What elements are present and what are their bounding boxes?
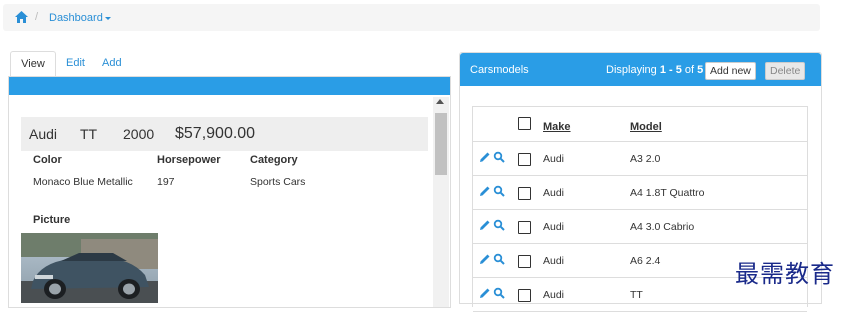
record-model: TT (80, 126, 98, 142)
search-icon[interactable] (493, 219, 505, 231)
row-checkbox[interactable] (518, 153, 531, 166)
column-make[interactable]: Make (543, 121, 571, 133)
search-icon[interactable] (493, 151, 505, 163)
row-checkbox[interactable] (518, 289, 531, 302)
row-checkbox[interactable] (518, 221, 531, 234)
display-count: Displaying 1 - 5 of 5 (606, 64, 703, 76)
record-make: Audi (29, 126, 58, 142)
display-prefix: Displaying (606, 64, 660, 76)
tab-view[interactable]: View (10, 51, 56, 78)
category-label: Category (250, 154, 298, 166)
display-of: of (681, 64, 698, 76)
edit-pencil-icon[interactable] (479, 151, 491, 163)
cell-model: A3 2.0 (630, 153, 661, 165)
cell-make: Audi (543, 221, 565, 233)
color-label: Color (33, 154, 62, 166)
edit-pencil-icon[interactable] (479, 287, 491, 299)
record-scrollbar[interactable] (433, 97, 449, 307)
cell-make: Audi (543, 187, 565, 199)
cell-model: A4 1.8T Quattro (630, 187, 705, 199)
record-year: 2000 (123, 126, 155, 142)
edit-pencil-icon[interactable] (479, 253, 491, 265)
cell-model: A4 3.0 Cabrio (630, 221, 695, 233)
display-total: 5 (697, 64, 704, 76)
edit-pencil-icon[interactable] (479, 185, 491, 197)
car-picture (21, 233, 158, 303)
table-row: Audi A4 3.0 Cabrio (473, 210, 807, 244)
search-icon[interactable] (493, 287, 505, 299)
row-checkbox[interactable] (518, 187, 531, 200)
dashboard-label: Dashboard (49, 12, 103, 24)
carsmodels-title: Carsmodels (470, 64, 529, 76)
tab-edit[interactable]: Edit (66, 51, 85, 76)
cell-make: Audi (543, 255, 565, 267)
picture-label: Picture (33, 214, 71, 226)
scroll-up-arrow-icon[interactable] (436, 99, 444, 104)
table-row: Audi A3 2.0 (473, 142, 807, 176)
horsepower-label: Horsepower (157, 154, 221, 166)
cell-model: A6 2.4 (630, 255, 661, 267)
search-icon[interactable] (493, 253, 505, 265)
row-checkbox[interactable] (518, 255, 531, 268)
display-range: 1 - 5 (659, 64, 682, 76)
record-panel-header (9, 77, 450, 95)
select-all-checkbox[interactable] (518, 117, 531, 130)
scroll-thumb[interactable] (435, 113, 447, 175)
watermark-text: 最需教育 (735, 260, 835, 288)
record-summary: Audi TT 2000 $57,900.00 (21, 117, 428, 151)
grid-header: Make Model (473, 107, 807, 142)
caret-down-icon (104, 16, 111, 20)
edit-pencil-icon[interactable] (479, 219, 491, 231)
tab-add[interactable]: Add (102, 51, 122, 76)
horsepower-value: 197 (157, 176, 175, 188)
cell-model: TT (630, 289, 643, 301)
breadcrumb-separator: / (35, 11, 39, 23)
breadcrumb: / Dashboard (3, 4, 820, 31)
table-row: Audi A4 1.8T Quattro (473, 176, 807, 210)
carsmodels-header: Carsmodels Displaying 1 - 5 of 5 Add new… (460, 53, 821, 86)
record-price: $57,900.00 (175, 125, 256, 142)
column-model[interactable]: Model (630, 121, 662, 133)
add-new-button[interactable]: Add new (705, 62, 756, 80)
cell-make: Audi (543, 289, 565, 301)
home-icon[interactable] (15, 11, 28, 23)
category-value: Sports Cars (250, 176, 306, 188)
dashboard-dropdown[interactable]: Dashboard (49, 12, 111, 24)
delete-button[interactable]: Delete (765, 62, 806, 80)
cell-make: Audi (543, 153, 565, 165)
search-icon[interactable] (493, 185, 505, 197)
color-value: Monaco Blue Metallic (33, 176, 133, 188)
